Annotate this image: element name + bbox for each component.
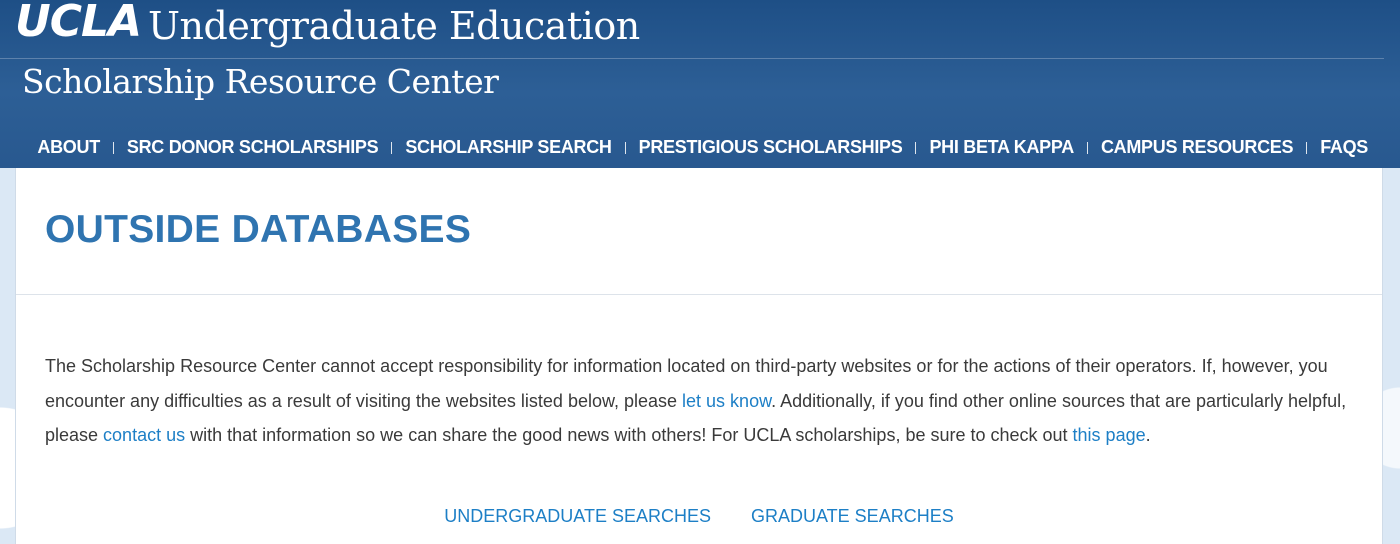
nav-item-about[interactable]: ABOUT <box>37 137 100 158</box>
let-us-know-link[interactable]: let us know <box>682 391 771 411</box>
header-top-bar: UCLA Undergraduate Education <box>0 0 1384 59</box>
content-panel: OUTSIDE DATABASES The Scholarship Resour… <box>15 168 1383 544</box>
main-nav: ABOUT SRC DONOR SCHOLARSHIPS SCHOLARSHIP… <box>0 132 1400 162</box>
undergraduate-searches-link[interactable]: UNDERGRADUATE SEARCHES <box>444 506 711 527</box>
disclaimer-paragraph: The Scholarship Resource Center cannot a… <box>45 349 1365 453</box>
page-title: OUTSIDE DATABASES <box>45 208 472 251</box>
this-page-link[interactable]: this page <box>1073 425 1146 445</box>
paragraph-text: . <box>1145 425 1151 445</box>
site-header: UCLA Undergraduate Education Scholarship… <box>0 0 1400 168</box>
nav-item-src-donor-scholarships[interactable]: SRC DONOR SCHOLARSHIPS <box>127 137 379 158</box>
nav-separator <box>915 142 917 154</box>
nav-separator <box>391 142 393 154</box>
site-subtitle[interactable]: Scholarship Resource Center <box>22 62 499 101</box>
nav-item-faqs[interactable]: FAQS <box>1320 137 1368 158</box>
nav-item-phi-beta-kappa[interactable]: PHI BETA KAPPA <box>929 137 1074 158</box>
graduate-searches-link[interactable]: GRADUATE SEARCHES <box>751 506 954 527</box>
paragraph-text: with that information so we can share th… <box>185 425 1073 445</box>
nav-item-scholarship-search[interactable]: SCHOLARSHIP SEARCH <box>405 137 612 158</box>
nav-separator <box>624 142 626 154</box>
site-title[interactable]: Undergraduate Education <box>148 4 640 48</box>
ucla-logo[interactable]: UCLA <box>15 0 142 47</box>
nav-separator <box>1086 142 1088 154</box>
nav-item-campus-resources[interactable]: CAMPUS RESOURCES <box>1101 137 1294 158</box>
title-divider <box>16 294 1382 295</box>
nav-item-prestigious-scholarships[interactable]: PRESTIGIOUS SCHOLARSHIPS <box>639 137 903 158</box>
nav-separator <box>1306 142 1308 154</box>
search-links: UNDERGRADUATE SEARCHES GRADUATE SEARCHES <box>16 506 1382 527</box>
nav-separator <box>112 142 114 154</box>
contact-us-link[interactable]: contact us <box>103 425 185 445</box>
